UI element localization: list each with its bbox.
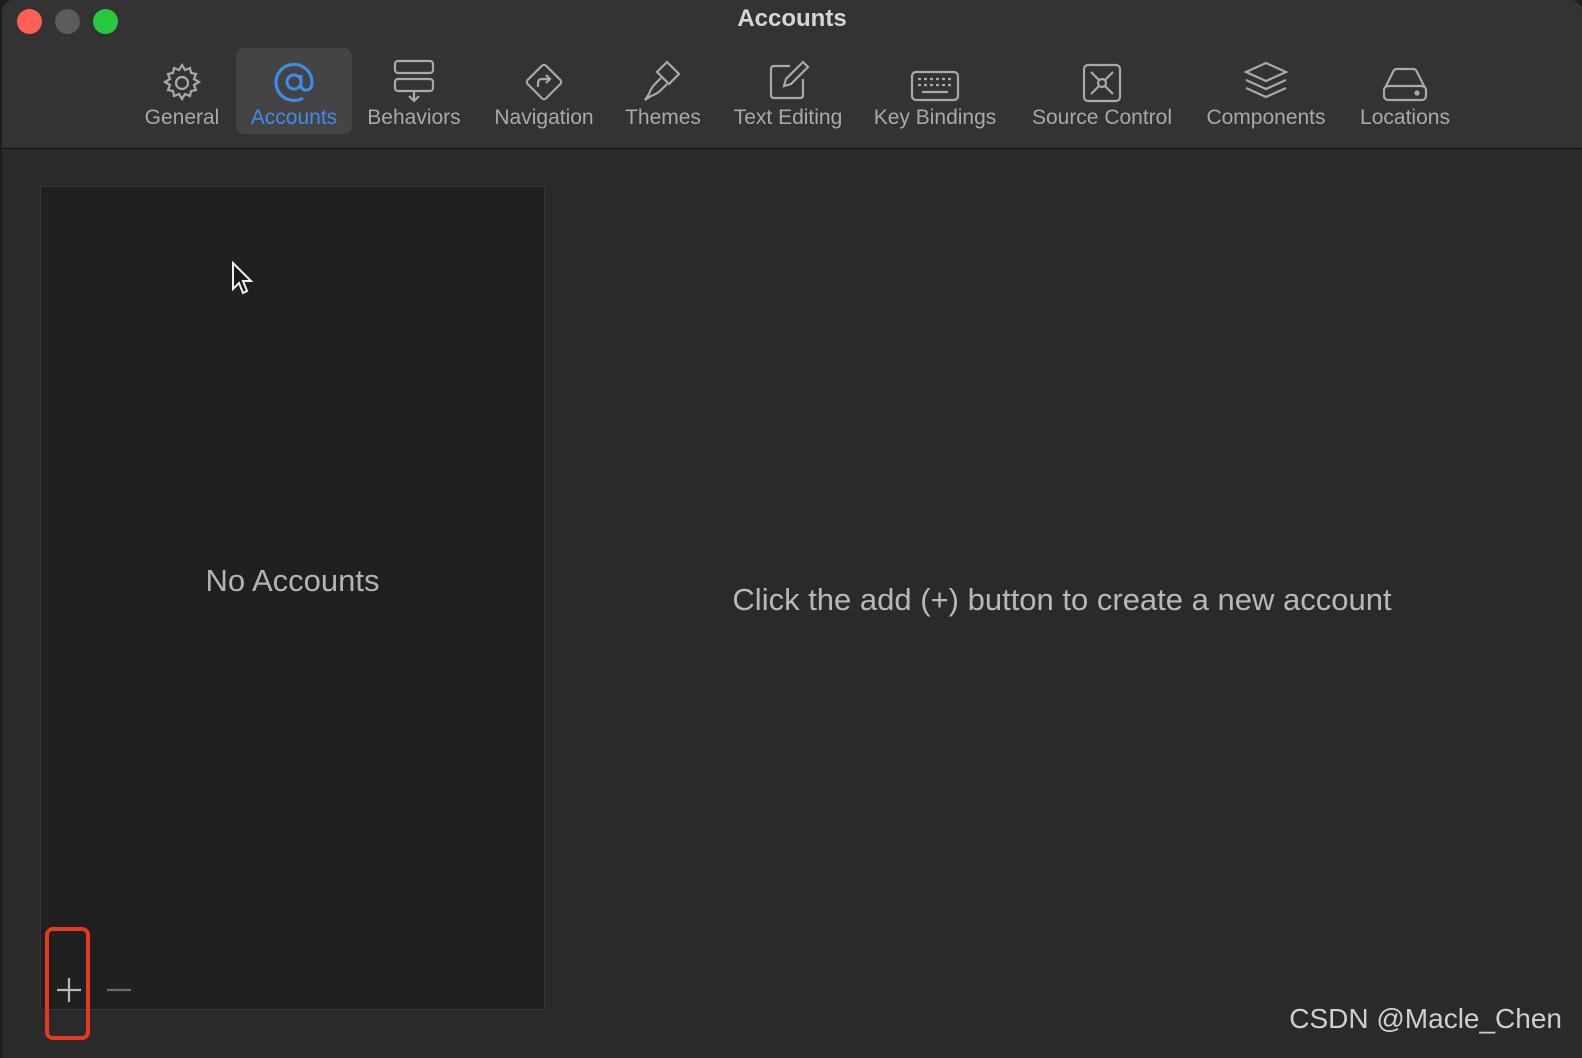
tab-key-bindings[interactable]: Key Bindings — [868, 48, 1002, 134]
source-control-icon — [1081, 48, 1123, 104]
tab-general[interactable]: General — [135, 48, 229, 134]
edit-icon — [766, 48, 810, 104]
brush-icon — [641, 48, 685, 104]
drive-icon — [1381, 48, 1429, 104]
minus-icon — [107, 988, 131, 992]
add-account-hint: Click the add (+) button to create a new… — [732, 582, 1392, 617]
accounts-list[interactable]: No Accounts — [40, 186, 545, 1010]
tab-locations[interactable]: Locations — [1350, 48, 1460, 134]
tab-behaviors[interactable]: Behaviors — [361, 48, 467, 134]
behaviors-icon — [392, 48, 436, 104]
tab-source-control[interactable]: Source Control — [1023, 48, 1181, 134]
empty-accounts-label: No Accounts — [205, 563, 380, 598]
tab-navigation[interactable]: Navigation — [485, 48, 603, 134]
tab-text-editing[interactable]: Text Editing — [725, 48, 851, 134]
watermark: CSDN @Macle_Chen — [1289, 1003, 1562, 1034]
tab-accounts[interactable]: Accounts — [236, 48, 352, 134]
add-button-highlight — [45, 927, 90, 1040]
navigation-icon — [522, 48, 566, 104]
remove-account-button[interactable] — [101, 977, 137, 1003]
tab-themes[interactable]: Themes — [619, 48, 707, 134]
at-sign-icon — [272, 48, 316, 104]
keyboard-icon — [910, 48, 960, 104]
preferences-window: Accounts General Accounts Behaviors Navi… — [2, 0, 1582, 1058]
gear-icon — [161, 48, 203, 104]
window-title: Accounts — [737, 5, 847, 32]
mouse-pointer-icon — [231, 260, 255, 302]
layers-icon — [1243, 48, 1289, 104]
preferences-tabs: General Accounts Behaviors Navigation Th… — [2, 48, 1582, 136]
toolbar: Accounts General Accounts Behaviors Navi… — [2, 0, 1582, 149]
tab-components[interactable]: Components — [1197, 48, 1335, 134]
